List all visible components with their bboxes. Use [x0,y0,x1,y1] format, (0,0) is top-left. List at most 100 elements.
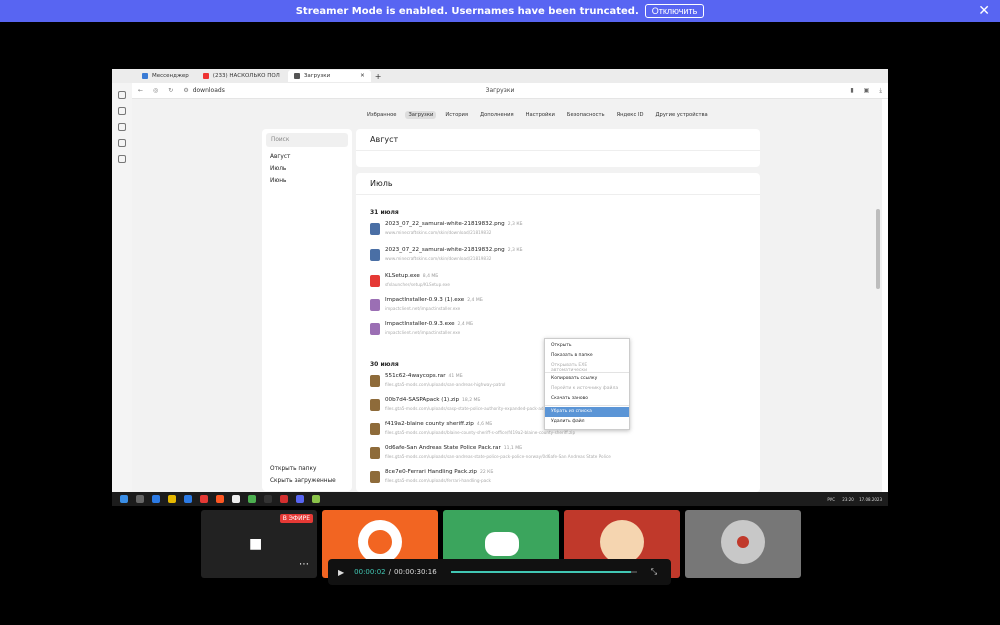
clock-time[interactable]: 23:20 [842,497,854,502]
more-options-icon[interactable]: ⋯ [299,559,309,570]
tab-label: (233) НАСКОЛЬКО ПОЛ [212,73,280,79]
file-size: 2,3 КБ [507,222,523,227]
file-url[interactable]: www.minecraftskins.com/skin/download/218… [385,256,491,261]
file-name[interactable]: KLSetup.exe 8,4 МБ [385,273,438,279]
menu-download-again[interactable]: Скачать заново [545,394,629,404]
nav-devices[interactable]: Другие устройства [652,111,710,119]
fullscreen-icon[interactable]: ⤡ [651,567,657,577]
file-name[interactable]: 8ce7e0-Ferrari Handling Pack.zip 22 КБ [385,469,493,475]
kl-icon [370,275,380,287]
nav-addons[interactable]: Дополнения [477,111,517,119]
file-url[interactable]: www.minecraftskins.com/skin/download/218… [385,230,491,235]
lang-indicator[interactable]: РУС [827,497,835,502]
tab-label: Загрузки [303,73,331,79]
play-icon[interactable] [118,123,126,131]
file-name[interactable]: 2023_07_22_samurai-white-21819832.png 2,3… [385,247,523,253]
download-item[interactable]: 8ce7e0-Ferrari Handling Pack.zip 22 КБ fil… [370,469,750,489]
search-icon[interactable] [136,495,144,503]
download-item[interactable]: 0d6afe-San Andreas State Police Pack.rar… [370,445,750,465]
video-icon[interactable] [118,139,126,147]
url-field[interactable]: downloads [193,87,225,94]
participant-tile-ladybug[interactable] [685,510,801,578]
file-name[interactable]: ImpactInstaller-0.9.3 (1).exe 2,4 МБ [385,297,483,303]
file-url[interactable]: files.gta5-mods.com/uploads/san-andreas-… [385,454,611,459]
close-tab-icon[interactable]: ✕ [360,73,365,79]
menu-copy-link[interactable]: Копировать ссылку [545,374,629,384]
nav-downloads[interactable]: Загрузки [405,111,437,119]
participant-tile-screen[interactable]: В ЭФИРЕ ■ ⋯ [201,510,317,578]
file-url[interactable]: files.gta5-mods.com/uploads/ferrari-hand… [385,478,491,483]
file-name[interactable]: 551c62-4waycops.rar 41 МБ [385,373,463,379]
extensions-icon[interactable]: ▣ [864,87,870,95]
file-url[interactable]: impactclient.net/impactinstaller.exe [385,306,460,311]
nav-security[interactable]: Безопасность [564,111,608,119]
file-icon [370,223,380,235]
download-item[interactable]: 2023_07_22_samurai-white-21819832.png 2,3… [370,247,750,267]
file-size: 11,1 МБ [503,446,523,451]
screenshot-icon[interactable] [118,155,126,163]
progress-bar[interactable] [450,571,637,573]
new-tab-icon[interactable]: + [375,72,382,81]
bookmark-icon[interactable]: ▮ [850,87,853,95]
file-name[interactable]: 00b7d4-SASPApack (1).zip 18,2 МБ [385,397,480,403]
file-name[interactable]: f419a2-blaine county sheriff.zip 4,6 МБ [385,421,492,427]
chrome-icon[interactable] [248,495,256,503]
downloads-icon[interactable]: ⤓ [879,87,882,95]
menu-open[interactable]: Открыть [545,341,629,351]
file-url[interactable]: impactclient.net/impactinstaller.exe [385,330,460,335]
opera-icon[interactable] [200,495,208,503]
file-url[interactable]: sfxlauncher/setup/KLSetup.exe [385,282,450,287]
reload-icon[interactable]: ↻ [168,87,173,94]
collections-icon[interactable] [118,107,126,115]
back-icon[interactable]: ← [138,87,143,94]
file-name[interactable]: ImpactInstaller-0.9.3.exe 2,4 МБ [385,321,473,327]
file-url[interactable]: files.gta5-mods.com/uploads/blaine-count… [385,430,575,435]
menu-remove-from-list[interactable]: Убрать из списка [545,407,629,417]
yandex-browser-icon[interactable] [232,495,240,503]
tab-messenger[interactable]: Мессенджер [136,70,195,82]
menu-show-in-folder[interactable]: Показать в папке [545,351,629,361]
settings-icon[interactable]: ⚙ [183,87,188,94]
download-item[interactable]: 2023_07_22_samurai-white-21819832.png 2,3… [370,221,750,241]
rar-icon [370,447,380,459]
scrollbar[interactable] [876,209,880,289]
nav-history[interactable]: История [442,111,471,119]
open-folder-link[interactable]: Открыть папку [270,463,336,475]
search-input[interactable]: Поиск [266,133,348,147]
start-icon[interactable] [120,495,128,503]
yandex-taskbar-icon[interactable] [216,495,224,503]
tab-downloads[interactable]: Загрузки ✕ [287,70,371,82]
tab-youtube[interactable]: (233) НАСКОЛЬКО ПОЛ [197,70,286,82]
store-icon[interactable] [184,495,192,503]
nav-favorites[interactable]: Избранное [364,111,399,119]
folder-icon[interactable] [168,495,176,503]
edge-icon[interactable] [152,495,160,503]
download-item[interactable]: ImpactInstaller-0.9.3 (1).exe 2,4 МБ impac… [370,297,750,317]
month-august[interactable]: Август [262,151,352,163]
opera-gx-icon[interactable] [280,495,288,503]
minecraft-icon[interactable] [312,495,320,503]
file-name[interactable]: 2023_07_22_samurai-white-21819832.png 2,3… [385,221,523,227]
close-icon[interactable]: ✕ [978,3,990,19]
play-icon[interactable]: ▶ [338,568,344,577]
file-name[interactable]: 0d6afe-San Andreas State Police Pack.rar… [385,445,522,451]
clock-date[interactable]: 17.08.2023 [859,497,882,502]
month-june[interactable]: Июнь [262,175,352,187]
download-item[interactable]: KLSetup.exe 8,4 МБ sfxlauncher/setup/KLSet… [370,273,750,293]
file-size: 41 МБ [448,374,463,379]
card-title: Июль [356,173,760,195]
menu-delete-file[interactable]: Удалить файл [545,417,629,427]
file-url[interactable]: files.gta5-mods.com/uploads/san-andreas-… [385,382,505,387]
nav-settings[interactable]: Настройки [523,111,558,119]
file-size: 2,4 МБ [457,322,474,327]
hide-downloaded-link[interactable]: Скрыть загруженные [270,475,336,487]
month-july[interactable]: Июль [262,163,352,175]
yandex-icon[interactable]: ◎ [153,87,158,94]
nav-yandex-id[interactable]: Яндекс ID [614,111,647,119]
discord-taskbar-icon[interactable] [296,495,304,503]
disable-streamer-mode-button[interactable]: Отключить [644,4,705,18]
history-icon[interactable] [118,91,126,99]
impact-icon [370,299,380,311]
messenger-icon [142,73,148,79]
app-icon[interactable] [264,495,272,503]
